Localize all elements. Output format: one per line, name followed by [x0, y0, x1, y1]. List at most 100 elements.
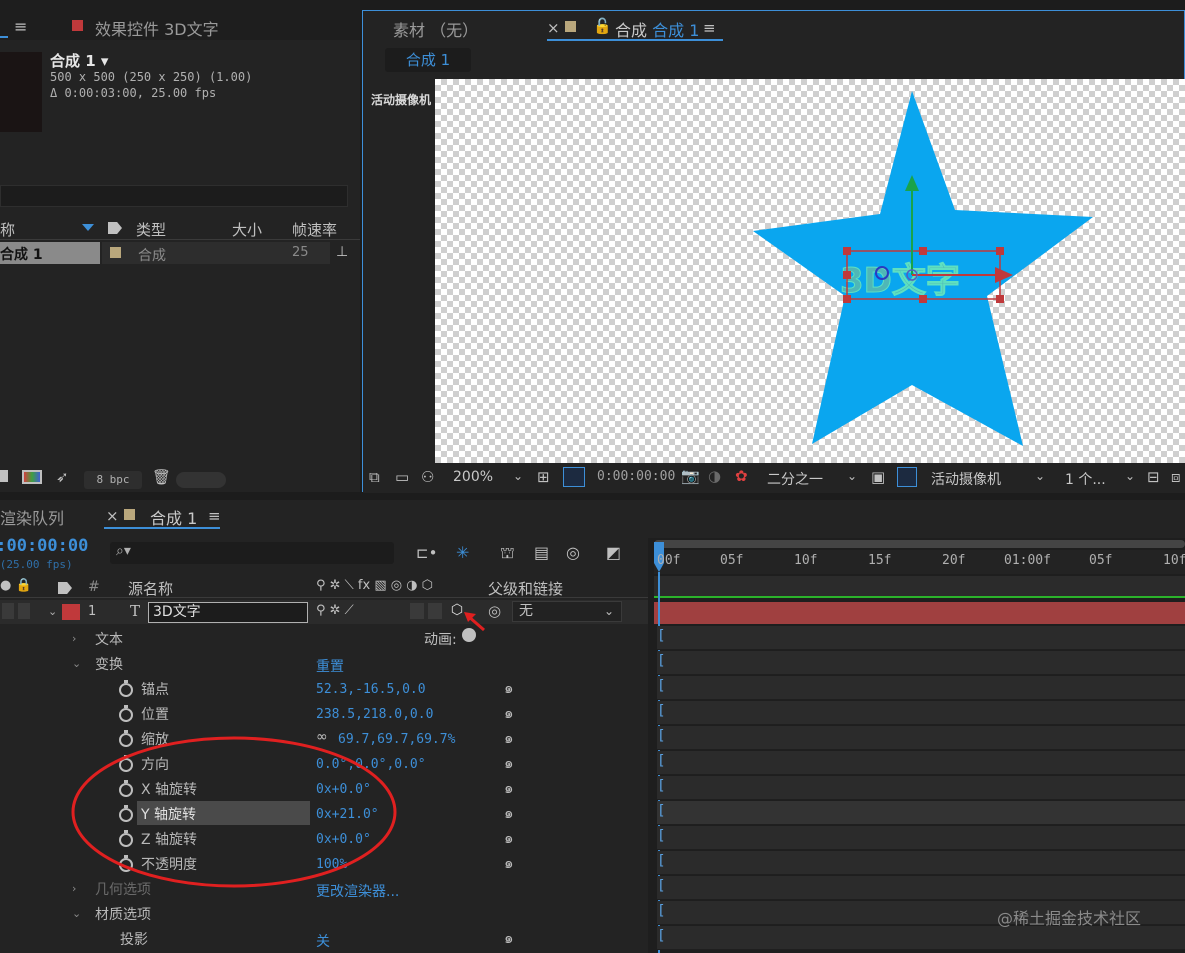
resolution-dropdown-icon[interactable]: ⌄ — [847, 469, 857, 483]
show-snapshot-icon[interactable]: ◑ — [708, 467, 721, 485]
reset-link[interactable]: 重置 — [316, 656, 344, 676]
zoom-value[interactable]: 200% — [453, 469, 493, 485]
timeline-timecode[interactable]: 0:00:00:00 — [0, 536, 88, 556]
views-value[interactable]: 1 个... — [1065, 469, 1106, 489]
trash-icon[interactable]: 🗑 — [152, 468, 171, 486]
project-scroll[interactable] — [176, 472, 226, 488]
parent-column[interactable]: 父级和链接 — [488, 578, 563, 599]
render-queue-tab[interactable]: 渲染队列 — [0, 505, 64, 529]
parent-dropdown-icon[interactable]: ⌄ — [604, 604, 614, 618]
project-search-input[interactable] — [0, 185, 348, 207]
label-column-icon[interactable] — [58, 582, 72, 594]
project-item-row[interactable]: 合成 1 合成 25 ⊥ — [0, 242, 360, 264]
expression-pickwhip-icon[interactable]: ๑ — [504, 701, 514, 725]
solo-icon[interactable]: ● 🔒 — [0, 578, 32, 593]
folder-icon[interactable] — [0, 470, 8, 482]
timeline-flow-icon[interactable]: ⧈ — [1171, 468, 1181, 486]
keyframe-row[interactable] — [657, 626, 1185, 650]
keyframe-row[interactable] — [657, 751, 1185, 775]
project-tab-menu-icon[interactable]: ≡ — [14, 17, 27, 36]
mask-icon[interactable]: ⚇ — [421, 468, 434, 486]
expression-pickwhip-icon[interactable]: ๑ — [504, 676, 514, 700]
chevron-down-icon[interactable]: ▾ — [101, 52, 109, 70]
layer-label-color[interactable] — [62, 604, 80, 620]
keyframe-row-selected[interactable] — [657, 801, 1185, 825]
keyframe-row[interactable] — [657, 926, 1185, 950]
keyframe-row[interactable] — [657, 676, 1185, 700]
keyframe-row[interactable] — [657, 651, 1185, 675]
keyframe-row[interactable] — [657, 776, 1185, 800]
region-of-interest-icon[interactable] — [563, 467, 585, 487]
viewer-canvas[interactable]: 3D文字 — [435, 79, 1185, 463]
expression-pickwhip-icon[interactable]: ๑ — [504, 751, 514, 775]
bpc-button[interactable]: 8 bpc — [84, 471, 142, 489]
flowchart-icon[interactable]: ⊥ — [336, 244, 348, 260]
camera-view-value[interactable]: 活动摄像机 — [931, 469, 1001, 489]
camera-dropdown-icon[interactable]: ⌄ — [1035, 469, 1045, 483]
material-expand-icon[interactable]: ⌄ — [72, 907, 81, 920]
viewer-timecode[interactable]: 0:00:00:00 — [597, 469, 675, 484]
expression-pickwhip-icon[interactable]: ๑ — [504, 776, 514, 800]
stopwatch-icon[interactable] — [119, 680, 133, 697]
col-name[interactable]: 称 — [0, 219, 15, 240]
zoom-dropdown-icon[interactable]: ⌄ — [513, 469, 523, 483]
layer-name-input[interactable]: 3D文字 — [148, 602, 308, 623]
keyframe-row[interactable] — [657, 726, 1185, 750]
transform-expand-icon[interactable]: ⌄ — [72, 657, 81, 670]
label-tag-icon[interactable] — [108, 222, 122, 234]
timeline-menu-icon[interactable]: ≡ — [208, 507, 221, 525]
keyframe-row[interactable] — [657, 826, 1185, 850]
layer-switches-icons[interactable]: ⚲ ✲ ⟋ — [316, 603, 354, 618]
cast-shadows-value[interactable]: 关 — [316, 931, 330, 951]
keyframe-row[interactable] — [657, 851, 1185, 875]
animate-play-icon[interactable] — [462, 628, 476, 642]
monitor-icon[interactable]: ▭ — [395, 468, 409, 486]
comp-flowchart-icon[interactable]: ⊏• — [416, 544, 437, 562]
motion-blur-switch[interactable] — [410, 603, 424, 619]
fast-preview-icon[interactable]: ⊟ — [1147, 468, 1160, 486]
text-expand-icon[interactable]: › — [72, 632, 76, 645]
shy-layers-icon[interactable]: ⛫ — [500, 543, 515, 564]
layer-search-input[interactable]: ⌕▾ — [110, 542, 394, 564]
target-region-icon[interactable]: ▣ — [871, 468, 885, 486]
comp-tab[interactable]: 合成 合成 1 — [615, 17, 699, 41]
col-size[interactable]: 大小 — [232, 219, 262, 240]
keyframe-row[interactable] — [657, 701, 1185, 725]
graph-editor-icon[interactable]: ◩ — [606, 543, 621, 562]
always-preview-icon[interactable]: ⧉ — [369, 468, 380, 486]
switches-column-icons[interactable]: ⚲ ✲ ⟍ fx ▧ ◎ ◑ ⬡ — [316, 578, 433, 593]
expression-pickwhip-icon[interactable]: ๑ — [504, 926, 514, 950]
position-value[interactable]: 238.5,218.0,0.0 — [316, 707, 433, 722]
col-type[interactable]: 类型 — [136, 219, 166, 240]
frame-blending-icon[interactable]: ▤ — [534, 543, 549, 562]
sort-arrow-icon[interactable] — [82, 224, 94, 231]
lock-switch[interactable] — [18, 603, 30, 619]
lock-icon[interactable]: 🔓 — [593, 17, 612, 35]
expression-pickwhip-icon[interactable]: ๑ — [504, 826, 514, 850]
motion-blur-icon[interactable]: ◎ — [566, 543, 580, 562]
timeline-close-icon[interactable]: × — [106, 507, 119, 525]
viewer-menu-icon[interactable]: ≡ — [703, 19, 716, 37]
adjustment-switch[interactable] — [428, 603, 442, 619]
layer-duration-bar[interactable] — [654, 602, 1185, 624]
col-fps[interactable]: 帧速率 — [292, 219, 337, 240]
timeline-comp-tab[interactable]: 合成 1 — [150, 505, 197, 529]
work-area-bar[interactable] — [654, 540, 1185, 548]
video-switch[interactable] — [2, 603, 14, 619]
layer-expand-icon[interactable]: ⌄ — [48, 605, 57, 618]
new-comp-icon[interactable] — [22, 470, 42, 484]
views-dropdown-icon[interactable]: ⌄ — [1125, 469, 1135, 483]
expression-pickwhip-icon[interactable]: ๑ — [504, 726, 514, 750]
anchor-value[interactable]: 52.3,-16.5,0.0 — [316, 682, 426, 697]
effect-controls-tab[interactable]: 效果控件 3D文字 — [95, 16, 219, 40]
resolution-value[interactable]: 二分之一 — [767, 469, 823, 489]
expression-pickwhip-icon[interactable]: ๑ — [504, 851, 514, 875]
footage-tab[interactable]: 素材 （无） — [393, 17, 478, 41]
number-column-icon[interactable]: # — [88, 579, 100, 595]
keyframe-row[interactable] — [657, 876, 1185, 900]
stopwatch-icon[interactable] — [119, 705, 133, 722]
comp-breadcrumb[interactable]: 合成 1 — [385, 48, 471, 72]
draft-3d-icon[interactable]: ✳ — [456, 543, 469, 562]
camera-snapshot-icon[interactable]: 📷 — [681, 467, 700, 485]
color-channels-icon[interactable]: ✿ — [735, 467, 748, 485]
